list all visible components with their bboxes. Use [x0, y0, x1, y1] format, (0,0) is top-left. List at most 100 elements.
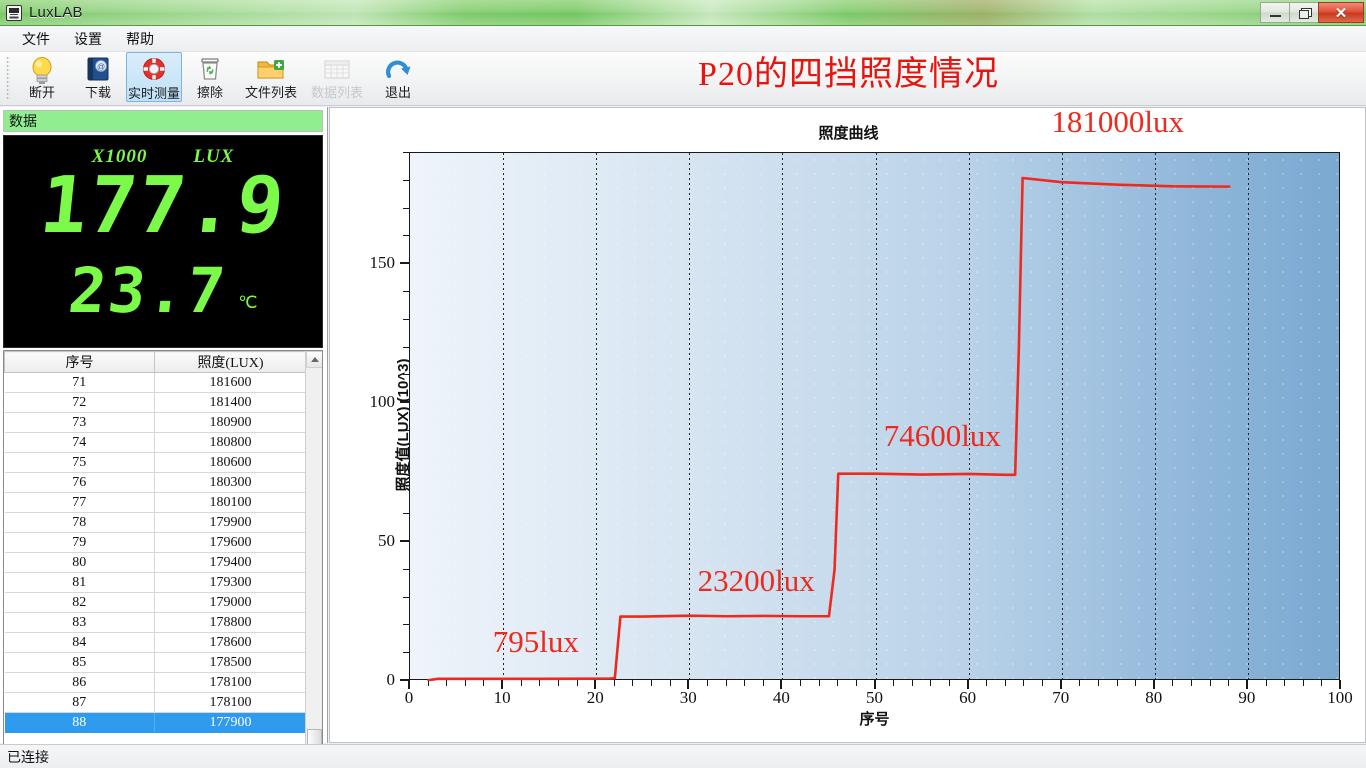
table-row[interactable]: 80 179400 — [4, 552, 307, 573]
lcd-display: X1000 LUX 177.9 23.7 ℃ — [3, 135, 323, 348]
table-row[interactable]: 81 179300 — [4, 572, 307, 593]
chart-x-tick-label: 40 — [772, 688, 790, 707]
table-row[interactable]: 83 178800 — [4, 612, 307, 633]
minimize-icon — [1269, 14, 1281, 17]
lcd-temperature-value: 23.7 — [64, 254, 230, 327]
table-row[interactable]: 88 177900 — [4, 712, 307, 733]
menu-item-settings[interactable]: 设置 — [62, 26, 114, 52]
scroll-up-button[interactable] — [306, 351, 322, 368]
chart-x-tick-label: 80 — [1145, 688, 1163, 707]
table-cell-index: 80 — [4, 552, 155, 573]
toolbar-label-download: 下载 — [84, 85, 111, 100]
table-row[interactable]: 82 179000 — [4, 592, 307, 613]
data-table: 序号 照度(LUX) 71 181600 72 181400 73 180900 74 180… — [4, 351, 307, 733]
restore-icon — [1298, 7, 1312, 19]
chart-y-tick-mark — [400, 262, 409, 265]
table-row[interactable]: 77 180100 — [4, 492, 307, 513]
table-cell-lux: 179900 — [154, 512, 307, 533]
table-row[interactable]: 72 181400 — [4, 392, 307, 413]
table-cell-index: 79 — [4, 532, 155, 553]
left-data-panel: 数据 X1000 LUX 177.9 23.7 ℃ 序号 照度(LUX) 71 … — [0, 107, 328, 768]
table-row[interactable]: 76 180300 — [4, 472, 307, 493]
table-cell-index: 82 — [4, 592, 155, 613]
chart-x-tick-mark — [1059, 680, 1062, 689]
chart-x-tick-label: 50 — [866, 688, 883, 707]
table-cell-index: 73 — [4, 412, 155, 433]
table-cell-lux: 177900 — [154, 712, 307, 733]
table-row[interactable]: 78 179900 — [4, 512, 307, 533]
chart-x-tick-label: 20 — [586, 688, 604, 707]
toolbar-label-erase: 擦除 — [196, 85, 223, 100]
chart-series-line — [427, 176, 1231, 681]
chart-y-tick-label: 100 — [369, 392, 396, 412]
toolbar-button-disconnect[interactable]: 断开 — [14, 52, 70, 102]
table-row[interactable]: 74 180800 — [4, 432, 307, 453]
table-cell-lux: 178500 — [154, 652, 307, 673]
table-cell-index: 86 — [4, 672, 155, 693]
table-cell-index: 88 — [4, 712, 155, 733]
trash-recycle-icon — [194, 55, 226, 85]
menu-item-help[interactable]: 帮助 — [114, 26, 166, 52]
table-cell-lux: 180900 — [154, 412, 307, 433]
table-cell-index: 85 — [4, 652, 155, 673]
table-cell-lux: 181600 — [154, 372, 307, 393]
toolbar-grip[interactable] — [6, 56, 10, 100]
status-bar: 已连接 — [0, 744, 1366, 768]
table-row[interactable]: 84 178600 — [4, 632, 307, 653]
restore-button[interactable] — [1289, 2, 1319, 23]
table-scrollbar[interactable] — [305, 351, 322, 768]
chart-x-tick-mark — [687, 680, 690, 689]
data-panel-header: 数据 — [3, 110, 323, 132]
toolbar-button-realtime-measure[interactable]: 实时测量 — [126, 52, 182, 102]
close-button[interactable]: ✕ — [1318, 2, 1364, 23]
table-row[interactable]: 75 180600 — [4, 452, 307, 473]
table-row[interactable]: 73 180900 — [4, 412, 307, 433]
chart-annotation: 23200lux — [697, 562, 815, 598]
table-cell-lux: 180100 — [154, 492, 307, 513]
lcd-temperature-unit: ℃ — [238, 293, 258, 312]
lightbulb-icon — [26, 55, 58, 85]
status-text: 已连接 — [7, 748, 49, 765]
toolbar-button-erase[interactable]: 擦除 — [182, 52, 238, 102]
table-row[interactable]: 79 179600 — [4, 532, 307, 553]
toolbar-button-file-list[interactable]: 文件列表 — [238, 52, 304, 102]
chart-x-tick-mark — [1245, 680, 1248, 689]
menu-item-file[interactable]: 文件 — [10, 26, 62, 52]
book-download-icon: @ — [82, 55, 114, 85]
table-cell-index: 83 — [4, 612, 155, 633]
chart-y-tick-label: 50 — [378, 531, 395, 551]
chart-x-tick-label: 30 — [679, 688, 697, 707]
table-row[interactable]: 86 178100 — [4, 672, 307, 693]
chart-x-tick-label: 90 — [1238, 688, 1256, 707]
chart-x-tick-label: 10 — [493, 688, 511, 707]
toolbar-label-file-list: 文件列表 — [244, 85, 297, 100]
chart-x-tick-mark — [966, 680, 969, 689]
table-cell-lux: 179000 — [154, 592, 307, 613]
table-cell-lux: 180600 — [154, 452, 307, 473]
toolbar-label-realtime-measure: 实时测量 — [127, 86, 180, 101]
chart-x-tick-mark — [408, 680, 410, 689]
chart-y-tick-mark — [400, 540, 409, 543]
toolbar-button-download[interactable]: @ 下载 — [70, 52, 126, 102]
table-cell-index: 84 — [4, 632, 155, 653]
table-header-lux: 照度(LUX) — [154, 351, 307, 373]
chart-x-tick-mark — [594, 680, 597, 689]
data-table-container: 序号 照度(LUX) 71 181600 72 181400 73 180900 74 180… — [3, 350, 323, 768]
minimize-button[interactable] — [1260, 2, 1290, 23]
lifebuoy-icon — [138, 56, 170, 86]
table-row[interactable]: 71 181600 — [4, 372, 307, 393]
table-cell-lux: 178100 — [154, 692, 307, 713]
table-row[interactable]: 87 178100 — [4, 692, 307, 713]
chart-x-tick-label: 0 — [404, 688, 414, 707]
table-cell-lux: 181400 — [154, 392, 307, 413]
table-cell-index: 77 — [4, 492, 155, 513]
chart-x-tick-mark — [780, 680, 783, 689]
table-cell-lux: 180800 — [154, 432, 307, 453]
table-cell-index: 87 — [4, 692, 155, 713]
table-body: 71 181600 72 181400 73 180900 74 180800 75 180600… — [4, 372, 307, 733]
application-window: LuxLAB ✕ 文件 设置 帮助 断开 @ 下载 实时测量 擦除 文件列表 数… — [0, 0, 1366, 768]
folder-add-icon — [255, 55, 287, 85]
chart-annotation: 795lux — [492, 623, 579, 659]
table-row[interactable]: 85 178500 — [4, 652, 307, 673]
chart-x-tick-mark — [1339, 680, 1341, 689]
